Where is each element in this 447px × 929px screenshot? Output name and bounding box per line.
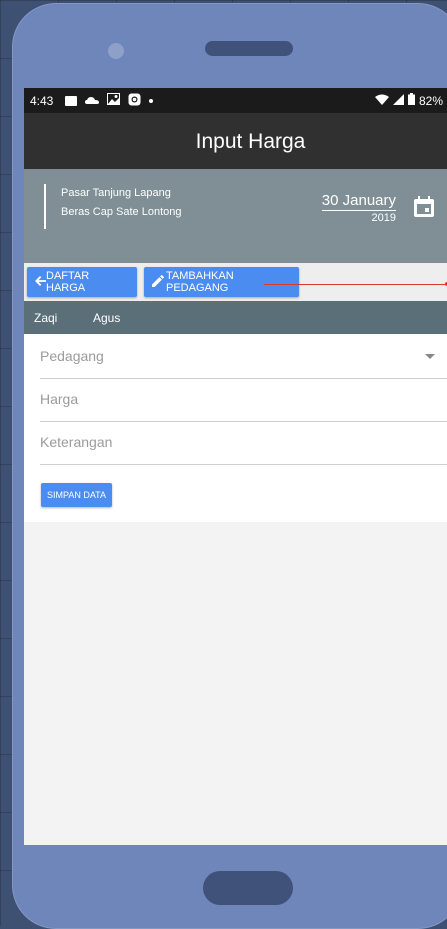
wifi-icon xyxy=(374,94,389,108)
dropdown-arrow-icon xyxy=(425,354,435,359)
home-button[interactable] xyxy=(203,871,293,905)
app-screen: 4:43 82% Input Harga Pasar Tanjung Lapan… xyxy=(24,88,447,845)
simpan-data-button[interactable]: SIMPAN DATA xyxy=(41,483,112,507)
signal-icon xyxy=(392,93,404,108)
earpiece-speaker xyxy=(205,41,293,56)
battery-percent: 82% xyxy=(418,93,443,108)
app-bar: Input Harga xyxy=(24,113,447,169)
daftar-harga-button[interactable]: DAFTAR HARGA xyxy=(27,267,137,297)
annotation-line xyxy=(264,282,447,286)
market-name: Pasar Tanjung Lapang xyxy=(61,187,171,199)
price-form: Pedagang Harga Keterangan SIMPAN DATA xyxy=(24,334,447,522)
instagram-icon xyxy=(128,93,141,109)
status-time: 4:43 xyxy=(30,93,54,108)
arrow-left-icon xyxy=(35,275,46,289)
tab-agus[interactable]: Agus xyxy=(93,311,120,325)
market-product-info: Pasar Tanjung Lapang Beras Cap Sate Lont… xyxy=(44,184,181,229)
tambahkan-pedagang-label: TAMBAHKAN PEDAGANG xyxy=(166,270,234,294)
cloud-icon xyxy=(85,94,100,108)
tambahkan-pedagang-button[interactable]: TAMBAHKAN PEDAGANG xyxy=(144,267,299,297)
front-camera xyxy=(108,43,124,59)
keterangan-placeholder: Keterangan xyxy=(40,434,113,450)
daftar-harga-label: DAFTAR HARGA xyxy=(46,270,90,294)
product-name: Beras Cap Sate Lontong xyxy=(61,206,182,218)
date-year: 2019 xyxy=(371,212,396,224)
date-day-month: 30 January xyxy=(321,192,396,211)
dot-icon xyxy=(149,98,154,103)
info-header: Pasar Tanjung Lapang Beras Cap Sate Lont… xyxy=(24,169,447,263)
pencil-icon xyxy=(152,274,164,290)
date-picker-display[interactable]: 30 January 2019 xyxy=(321,192,396,224)
keterangan-field[interactable]: Keterangan xyxy=(40,422,447,465)
pedagang-placeholder: Pedagang xyxy=(40,348,104,364)
status-right: 82% xyxy=(374,88,443,113)
page-title: Input Harga xyxy=(195,130,306,153)
action-bar: DAFTAR HARGA TAMBAHKAN PEDAGANG xyxy=(24,263,447,301)
calendar-icon[interactable] xyxy=(412,195,436,224)
photo-icon xyxy=(107,93,121,108)
harga-placeholder: Harga xyxy=(40,391,79,407)
tab-zaqi[interactable]: Zaqi xyxy=(34,311,57,325)
harga-field[interactable]: Harga xyxy=(40,379,447,422)
image-icon xyxy=(65,95,78,106)
pedagang-dropdown[interactable]: Pedagang xyxy=(40,336,447,379)
battery-icon xyxy=(407,93,415,108)
merchant-tabs: Zaqi Agus xyxy=(24,301,447,334)
status-bar: 4:43 82% xyxy=(24,88,447,113)
